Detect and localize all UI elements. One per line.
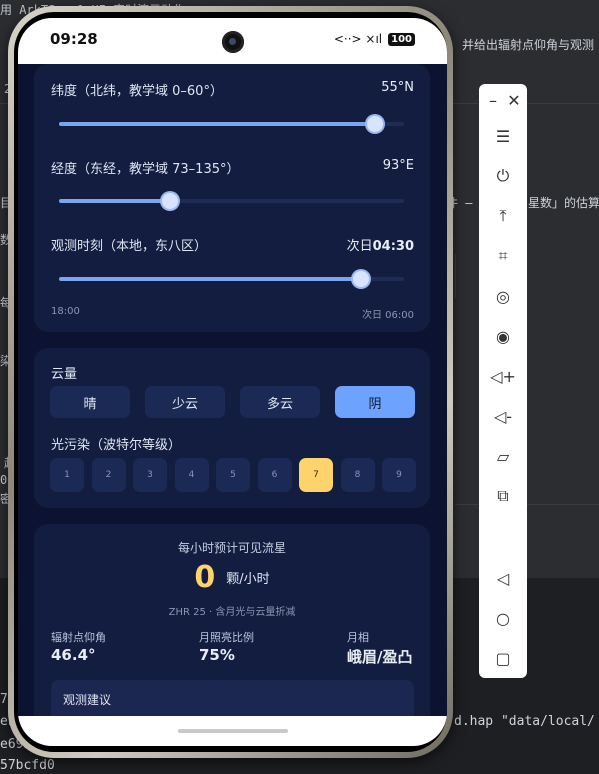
multi-device-icon[interactable]: ⧉ [493, 486, 513, 506]
cloud-option-button[interactable]: 少云 [145, 386, 225, 418]
bortle-level-button[interactable]: 5 [216, 458, 250, 492]
emulator-toolbar: – ✕ ☰ ⏻ ⤒ ⌗ ◎ ◉ ◁+ ◁- ▱ ⧉ ◁ ○ ▢ [479, 84, 527, 678]
crop-icon[interactable]: ⌗ [493, 246, 513, 266]
recent-icon[interactable]: ▢ [493, 648, 513, 668]
pin-top-icon[interactable]: ⤒ [493, 206, 513, 226]
sky-conditions-card: 云量 晴少云 多云阴 光污染（波特尔等级） 123456789 [34, 348, 430, 508]
close-icon[interactable]: ✕ [504, 90, 524, 110]
result-note: ZHR 25 · 含月光与云量折减 [168, 607, 296, 618]
cloud-label: 云量 [51, 367, 78, 382]
bortle-level-button[interactable]: 9 [382, 458, 416, 492]
ide-text-right-1: 并给出辐射点仰角与观测 [462, 38, 595, 52]
stat-moon-phase-value: 峨眉/盈凸 [347, 648, 413, 666]
bortle-level-button[interactable]: 6 [257, 458, 292, 492]
front-camera-icon [222, 31, 244, 53]
time-label: 观测时刻（本地，东八区） [51, 239, 208, 254]
time-max-label: 次日 06:00 [362, 310, 414, 321]
bortle-level-button[interactable]: 8 [340, 458, 375, 492]
menu-icon[interactable]: ☰ [493, 126, 513, 146]
location-time-card: 纬度（北纬，教学域 0–60°） 55°N 经度（东经，教学域 73–135°）… [34, 64, 430, 332]
longitude-label: 经度（东经，教学域 73–135°） [51, 162, 240, 177]
longitude-slider[interactable] [59, 193, 404, 209]
back-icon[interactable]: ◁ [493, 568, 513, 588]
bortle-level-button[interactable]: 4 [174, 458, 209, 492]
bortle-level-button[interactable]: 2 [91, 458, 126, 492]
rotate-icon[interactable]: ◎ [493, 286, 513, 306]
time-slider[interactable] [59, 271, 404, 287]
volume-up-icon[interactable]: ◁+ [490, 366, 516, 386]
result-title: 每小时预计可见流星 [177, 541, 286, 555]
meteor-count: 0 [194, 560, 216, 595]
time-value: 次日04:30 [347, 235, 414, 254]
battery-icon: 100 [388, 32, 415, 46]
longitude-slider-thumb[interactable] [162, 193, 179, 209]
stat-elevation-value: 46.4° [51, 646, 96, 664]
cloud-option-button[interactable]: 晴 [50, 386, 130, 418]
light-pollution-label: 光污染（波特尔等级） [51, 438, 182, 453]
stat-elevation-label: 辐射点仰角 [51, 631, 106, 644]
meteor-unit: 颗/小时 [226, 572, 270, 587]
ide-bottom-4: 57bcfd0 [0, 758, 55, 773]
cloud-option-button[interactable]: 阴 [335, 386, 415, 418]
time-min-label: 18:00 [51, 306, 80, 317]
home-icon[interactable]: ○ [493, 608, 513, 628]
shake-icon[interactable]: ▱ [493, 446, 513, 466]
longitude-value: 93°E [382, 158, 414, 173]
app-content: 纬度（北纬，教学域 0–60°） 55°N 经度（东经，教学域 73–135°）… [18, 64, 447, 716]
stat-moon-phase-label: 月相 [347, 631, 369, 644]
volume-down-icon[interactable]: ◁- [493, 406, 513, 426]
bortle-level-button[interactable]: 1 [50, 458, 84, 492]
time-value-prefix: 次日 [346, 239, 373, 254]
ide-frag-6: 0 [0, 473, 8, 487]
result-card: 每小时预计可见流星 0 颗/小时 ZHR 25 · 含月光与云量折减 辐射点仰角… [34, 524, 430, 716]
cloud-option-button[interactable]: 多云 [240, 386, 320, 418]
time-value-time: 04:30 [372, 239, 414, 254]
stat-moon-illum-value: 75% [199, 646, 235, 664]
screenshot-icon[interactable]: ◉ [493, 326, 513, 346]
latitude-value: 55°N [381, 80, 414, 95]
time-slider-thumb[interactable] [352, 271, 369, 287]
status-bar: 09:28 <··> ×ıl 100 [18, 18, 447, 64]
latitude-slider[interactable] [59, 116, 404, 132]
latitude-label: 纬度（北纬，教学域 0–60°） [51, 84, 223, 99]
ide-text-mid-2: 星数」的估算 [528, 196, 599, 210]
phone-screen: 09:28 <··> ×ıl 100 纬度（北纬，教学域 0–60°） 55°N… [18, 18, 447, 746]
bortle-level-button[interactable]: 3 [133, 458, 167, 492]
stat-moon-illum-label: 月照亮比例 [199, 631, 254, 644]
ide-bottom-right: d.hap "data/local/ [454, 714, 595, 729]
latitude-slider-thumb[interactable] [367, 116, 384, 132]
minimize-icon[interactable]: – [483, 90, 503, 110]
status-time: 09:28 [50, 30, 98, 48]
home-indicator[interactable] [18, 716, 447, 746]
signal-icon: <··> ×ıl [333, 32, 383, 46]
bortle-level-button[interactable]: 7 [299, 458, 333, 492]
advice-title: 观测建议 [63, 693, 112, 707]
advice-panel: 观测建议 [51, 680, 414, 716]
power-icon[interactable]: ⏻ [493, 166, 513, 186]
